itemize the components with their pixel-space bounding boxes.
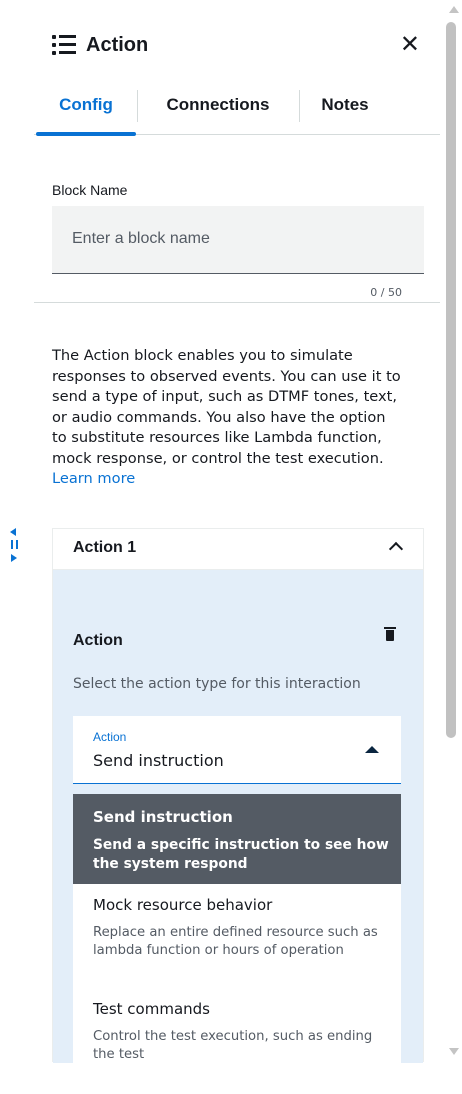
block-description: The Action block enables you to simulate… <box>52 346 404 490</box>
scroll-up-icon[interactable] <box>449 6 459 13</box>
block-name-label: Block Name <box>52 182 128 198</box>
learn-more-link[interactable]: Learn more <box>52 470 135 487</box>
option-description: Replace an entire defined resource such … <box>93 925 378 958</box>
tab-bar: Config Connections Notes <box>34 86 440 136</box>
trash-icon[interactable] <box>384 627 396 641</box>
chevron-up-icon[interactable] <box>388 541 404 557</box>
tab-notes[interactable]: Notes <box>300 86 390 130</box>
drag-grip-icon <box>11 540 18 549</box>
description-text: The Action block enables you to simulate… <box>52 347 401 467</box>
scroll-down-icon[interactable] <box>449 1048 459 1055</box>
action-section-subtitle: Select the action type for this interact… <box>73 676 361 692</box>
option-description: Control the test execution, such as endi… <box>93 1029 373 1062</box>
action-type-select[interactable]: Action Send instruction <box>73 716 401 784</box>
block-name-field <box>52 206 424 274</box>
option-mock-resource-behavior[interactable]: Mock resource behavior Replace an entire… <box>73 884 401 988</box>
action-card-body: Action Select the action type for this i… <box>53 570 423 1094</box>
tab-config[interactable]: Config <box>36 86 136 130</box>
list-icon <box>52 34 76 56</box>
option-title: Mock resource behavior <box>93 896 273 914</box>
action-card-title: Action 1 <box>73 539 137 556</box>
section-divider <box>34 302 440 303</box>
expand-right-icon[interactable] <box>11 554 17 562</box>
tab-connections[interactable]: Connections <box>138 86 298 130</box>
select-value: Send instruction <box>93 751 224 770</box>
option-description: Send a specific instruction to see how t… <box>93 837 389 872</box>
select-label: Action <box>93 730 127 744</box>
option-title: Test commands <box>93 1000 210 1018</box>
character-counter: 0 / 50 <box>370 286 402 299</box>
collapse-left-icon[interactable] <box>10 528 16 536</box>
close-icon[interactable]: ✕ <box>400 30 420 60</box>
option-test-commands[interactable]: Test commands Control the test execution… <box>73 988 401 1088</box>
action-config-panel: Action ✕ Config Connections Notes Block … <box>0 0 440 1094</box>
caret-up-icon <box>365 746 379 753</box>
split-handle-icon[interactable] <box>8 528 24 562</box>
action-card-header[interactable]: Action 1 <box>53 529 423 570</box>
active-tab-indicator <box>36 132 136 136</box>
action-type-dropdown: Send instruction Send a specific instruc… <box>73 794 401 1094</box>
scrollbar-thumb[interactable] <box>446 22 456 738</box>
panel-header: Action ✕ <box>52 28 422 62</box>
block-name-input[interactable] <box>52 206 402 272</box>
action-card: Action 1 Action Select the action type f… <box>52 528 424 1094</box>
action-section-title: Action <box>73 632 123 649</box>
option-title: Send instruction <box>93 808 233 826</box>
panel-title: Action <box>86 33 149 56</box>
option-send-instruction[interactable]: Send instruction Send a specific instruc… <box>73 794 401 884</box>
